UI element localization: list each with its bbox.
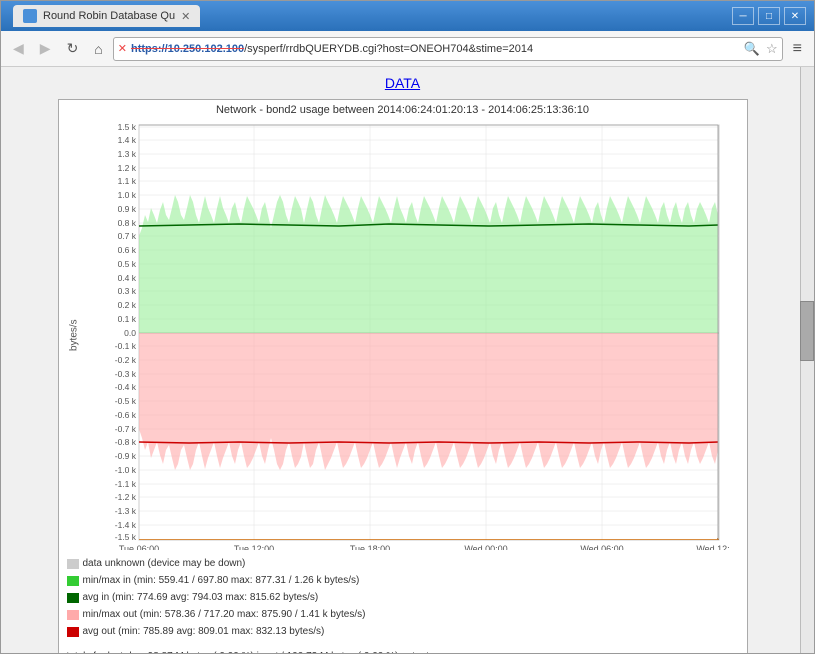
data-link[interactable]: DATA <box>385 75 420 91</box>
svg-text:-1.5 k: -1.5 k <box>114 532 136 542</box>
svg-text:0.6 k: 0.6 k <box>117 245 136 255</box>
back-button[interactable]: ◀ <box>7 36 30 61</box>
chart-wrapper: bytes/s <box>59 120 747 550</box>
svg-text:1.2 k: 1.2 k <box>117 163 136 173</box>
close-button[interactable]: ✕ <box>784 7 806 25</box>
security-icon: ✕ <box>118 42 127 55</box>
address-bar[interactable]: ✕ https://10.250.102.100/sysperf/rrdbQUE… <box>113 37 783 61</box>
svg-text:-1.1 k: -1.1 k <box>114 479 136 489</box>
svg-text:0.4 k: 0.4 k <box>117 273 136 283</box>
maximize-button[interactable]: □ <box>758 7 780 25</box>
url-domain: https://10.250.102.100 <box>131 43 244 55</box>
content-inner: DATA Network - bond2 usage between 2014:… <box>1 67 814 653</box>
svg-text:1.1 k: 1.1 k <box>117 176 136 186</box>
chart-legend: data unknown (device may be down) min/ma… <box>59 550 747 647</box>
chart-container: Network - bond2 usage between 2014:06:24… <box>58 99 748 653</box>
legend-text-avg-out: avg out (min: 785.89 avg: 809.01 max: 83… <box>83 624 325 640</box>
tab-favicon <box>23 9 37 23</box>
svg-text:Tue 18:00: Tue 18:00 <box>349 544 389 550</box>
svg-text:-0.7 k: -0.7 k <box>114 424 136 434</box>
legend-item-minmax-in: min/max in (min: 559.41 / 697.80 max: 87… <box>67 573 739 589</box>
legend-item-minmax-out: min/max out (min: 578.36 / 717.20 max: 8… <box>67 607 739 623</box>
tab-title: Round Robin Database Qu <box>43 10 175 22</box>
svg-text:Tue 12:00: Tue 12:00 <box>233 544 273 550</box>
browser-window: Round Robin Database Qu ✕ ─ □ ✕ ◀ ▶ ↻ ⌂ … <box>0 0 815 654</box>
svg-text:0.8 k: 0.8 k <box>117 218 136 228</box>
svg-text:0.7 k: 0.7 k <box>117 231 136 241</box>
legend-color-unknown <box>67 559 79 569</box>
y-axis-label: bytes/s <box>59 120 89 550</box>
svg-text:-1.4 k: -1.4 k <box>114 520 136 530</box>
window-controls: ─ □ ✕ <box>732 7 806 25</box>
svg-text:0.2 k: 0.2 k <box>117 300 136 310</box>
legend-item-avg-in: avg in (min: 774.69 avg: 794.03 max: 815… <box>67 590 739 606</box>
legend-text-unknown: data unknown (device may be down) <box>83 556 246 572</box>
svg-text:Wed 12:00: Wed 12:00 <box>696 544 729 550</box>
scrollbar[interactable] <box>800 67 814 653</box>
legend-item-avg-out: avg out (min: 785.89 avg: 809.01 max: 83… <box>67 624 739 640</box>
bookmark-icon[interactable]: ☆ <box>766 41 778 57</box>
svg-text:Wed 00:00: Wed 00:00 <box>464 544 507 550</box>
svg-text:-0.2 k: -0.2 k <box>114 355 136 365</box>
svg-text:Wed 06:00: Wed 06:00 <box>580 544 623 550</box>
svg-text:1.4 k: 1.4 k <box>117 135 136 145</box>
search-icon[interactable]: 🔍 <box>744 41 760 57</box>
navigation-bar: ◀ ▶ ↻ ⌂ ✕ https://10.250.102.100/sysperf… <box>1 31 814 67</box>
legend-text-avg-in: avg in (min: 774.69 avg: 794.03 max: 815… <box>83 590 319 606</box>
title-bar: Round Robin Database Qu ✕ ─ □ ✕ <box>1 1 814 31</box>
svg-text:-0.9 k: -0.9 k <box>114 451 136 461</box>
svg-text:-1.3 k: -1.3 k <box>114 506 136 516</box>
tab-close-icon[interactable]: ✕ <box>181 10 190 23</box>
legend-color-minmax-out <box>67 610 79 620</box>
forward-button[interactable]: ▶ <box>34 36 57 61</box>
svg-text:0.3 k: 0.3 k <box>117 286 136 296</box>
svg-text:0.9 k: 0.9 k <box>117 204 136 214</box>
scrollbar-thumb[interactable] <box>800 301 814 361</box>
legend-color-avg-in <box>67 593 79 603</box>
chart-svg: 1.5 k 1.4 k 1.3 k 1.2 k 1.1 k 1.0 k 0.9 … <box>89 120 729 550</box>
menu-button[interactable]: ≡ <box>787 38 808 60</box>
url-display: https://10.250.102.100/sysperf/rrdbQUERY… <box>131 43 736 55</box>
svg-text:1.3 k: 1.3 k <box>117 149 136 159</box>
svg-text:-0.5 k: -0.5 k <box>114 396 136 406</box>
legend-item-unknown: data unknown (device may be down) <box>67 556 739 572</box>
minimize-button[interactable]: ─ <box>732 7 754 25</box>
svg-text:-0.1 k: -0.1 k <box>114 341 136 351</box>
svg-text:-1.0 k: -1.0 k <box>114 465 136 475</box>
reload-button[interactable]: ↻ <box>61 36 85 61</box>
svg-text:0.0: 0.0 <box>124 328 136 338</box>
legend-color-avg-out <box>67 627 79 637</box>
legend-text-minmax-in: min/max in (min: 559.41 / 697.80 max: 87… <box>83 573 360 589</box>
browser-tab[interactable]: Round Robin Database Qu ✕ <box>13 5 200 27</box>
svg-text:1.0 k: 1.0 k <box>117 190 136 200</box>
legend-text-minmax-out: min/max out (min: 578.36 / 717.20 max: 8… <box>83 607 366 623</box>
url-path: /sysperf/rrdbQUERYDB.cgi?host=ONEOH704&s… <box>244 43 533 55</box>
svg-text:-0.8 k: -0.8 k <box>114 437 136 447</box>
svg-text:-1.2 k: -1.2 k <box>114 492 136 502</box>
svg-text:-0.4 k: -0.4 k <box>114 382 136 392</box>
page-content: DATA Network - bond2 usage between 2014:… <box>1 67 814 653</box>
svg-text:-0.3 k: -0.3 k <box>114 369 136 379</box>
footer-line-1: totals for last day: 98.87 M bytes ( 0.0… <box>67 651 739 653</box>
legend-color-minmax-in <box>67 576 79 586</box>
svg-text:0.5 k: 0.5 k <box>117 259 136 269</box>
svg-text:Tue 06:00: Tue 06:00 <box>118 544 158 550</box>
svg-text:-0.6 k: -0.6 k <box>114 410 136 420</box>
svg-text:0.1 k: 0.1 k <box>117 314 136 324</box>
svg-text:1.5 k: 1.5 k <box>117 122 136 132</box>
chart-title: Network - bond2 usage between 2014:06:24… <box>59 100 747 120</box>
chart-footer: totals for last day: 98.87 M bytes ( 0.0… <box>59 647 747 653</box>
home-button[interactable]: ⌂ <box>88 37 108 61</box>
